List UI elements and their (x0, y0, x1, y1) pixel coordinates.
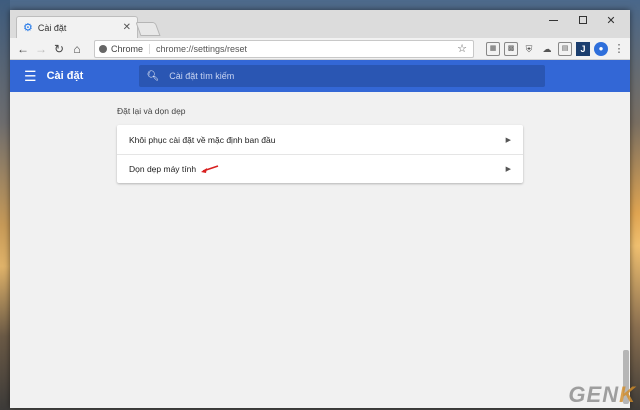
minimize-icon (548, 19, 558, 21)
window-close-button[interactable]: ✕ (596, 10, 626, 30)
page-title: Cài đặt (46, 70, 84, 82)
extension-icons: ▦ ▩ ⛨ ☁ ▤ J ● ⋮ (486, 41, 626, 56)
settings-header: ☰ Cài đặt 🔍︎ Cài đặt tìm kiếm (10, 60, 630, 92)
extension-icon[interactable]: ▦ (486, 41, 500, 56)
reload-icon[interactable]: ↻ (50, 42, 68, 56)
new-tab-button[interactable] (135, 22, 161, 36)
account-avatar-icon[interactable]: ● (594, 41, 608, 56)
watermark-accent: K (619, 382, 636, 407)
site-chip[interactable]: Chrome (99, 43, 151, 54)
back-icon[interactable]: ← (14, 42, 32, 56)
settings-content: Đặt lại và dọn dẹp Khôi phục cài đặt về … (10, 92, 630, 408)
address-bar[interactable]: Chrome chrome://settings/reset ☆ (94, 39, 474, 58)
home-icon[interactable]: ⌂ (68, 42, 86, 56)
row-clean-up-computer[interactable]: Dọn dẹp máy tính ▶ (117, 154, 523, 183)
genk-watermark: GENK (568, 382, 636, 408)
tab-settings[interactable]: ⚙ Cài đặt ✕ (16, 16, 138, 38)
shield-extension-icon[interactable]: ⛨ (522, 42, 536, 56)
settings-search-input[interactable]: 🔍︎ Cài đặt tìm kiếm (138, 65, 545, 87)
site-chip-label: Chrome (111, 43, 144, 54)
forward-icon[interactable]: → (32, 42, 50, 56)
row-label: Khôi phục cài đặt về mặc định ban đầu (129, 134, 276, 145)
watermark-text: GEN (568, 382, 620, 407)
maximize-button[interactable] (568, 10, 598, 30)
menu-dots-icon[interactable]: ⋮ (612, 42, 626, 56)
minimize-button[interactable] (538, 10, 568, 30)
reset-card: Khôi phục cài đặt về mặc định ban đầu ▶ … (117, 125, 523, 183)
chevron-right-icon: ▶ (505, 136, 511, 144)
note-extension-icon[interactable]: ▤ (558, 41, 572, 56)
gear-icon: ⚙ (23, 22, 33, 34)
j-extension-icon[interactable]: J (576, 41, 590, 56)
qr-extension-icon[interactable]: ▩ (504, 41, 518, 56)
row-restore-defaults[interactable]: Khôi phục cài đặt về mặc định ban đầu ▶ (117, 125, 523, 154)
section-title: Đặt lại và dọn dẹp (117, 106, 186, 116)
desktop-wallpaper-left (0, 0, 10, 410)
search-icon: 🔍︎ (146, 70, 160, 82)
hamburger-menu-icon[interactable]: ☰ (24, 68, 37, 85)
title-bar: ⚙ Cài đặt ✕ ✕ (10, 10, 630, 38)
chrome-icon (99, 44, 107, 53)
red-arrow-annotation-icon (201, 165, 219, 173)
row-label: Dọn dẹp máy tính (129, 164, 197, 174)
browser-window: ⚙ Cài đặt ✕ ✕ ← → ↻ ⌂ Chrome chrome://se… (10, 10, 630, 408)
tab-close-icon[interactable]: ✕ (123, 22, 131, 33)
desktop-wallpaper-right (630, 0, 640, 410)
chevron-right-icon: ▶ (505, 166, 511, 173)
cloud-extension-icon[interactable]: ☁ (540, 42, 554, 56)
maximize-icon (579, 16, 587, 24)
browser-toolbar: ← → ↻ ⌂ Chrome chrome://settings/reset ☆… (10, 38, 630, 60)
search-placeholder: Cài đặt tìm kiếm (169, 71, 235, 81)
bookmark-star-icon[interactable]: ☆ (455, 42, 469, 56)
url-text: chrome://settings/reset (156, 43, 248, 54)
tab-title: Cài đặt (37, 22, 67, 33)
